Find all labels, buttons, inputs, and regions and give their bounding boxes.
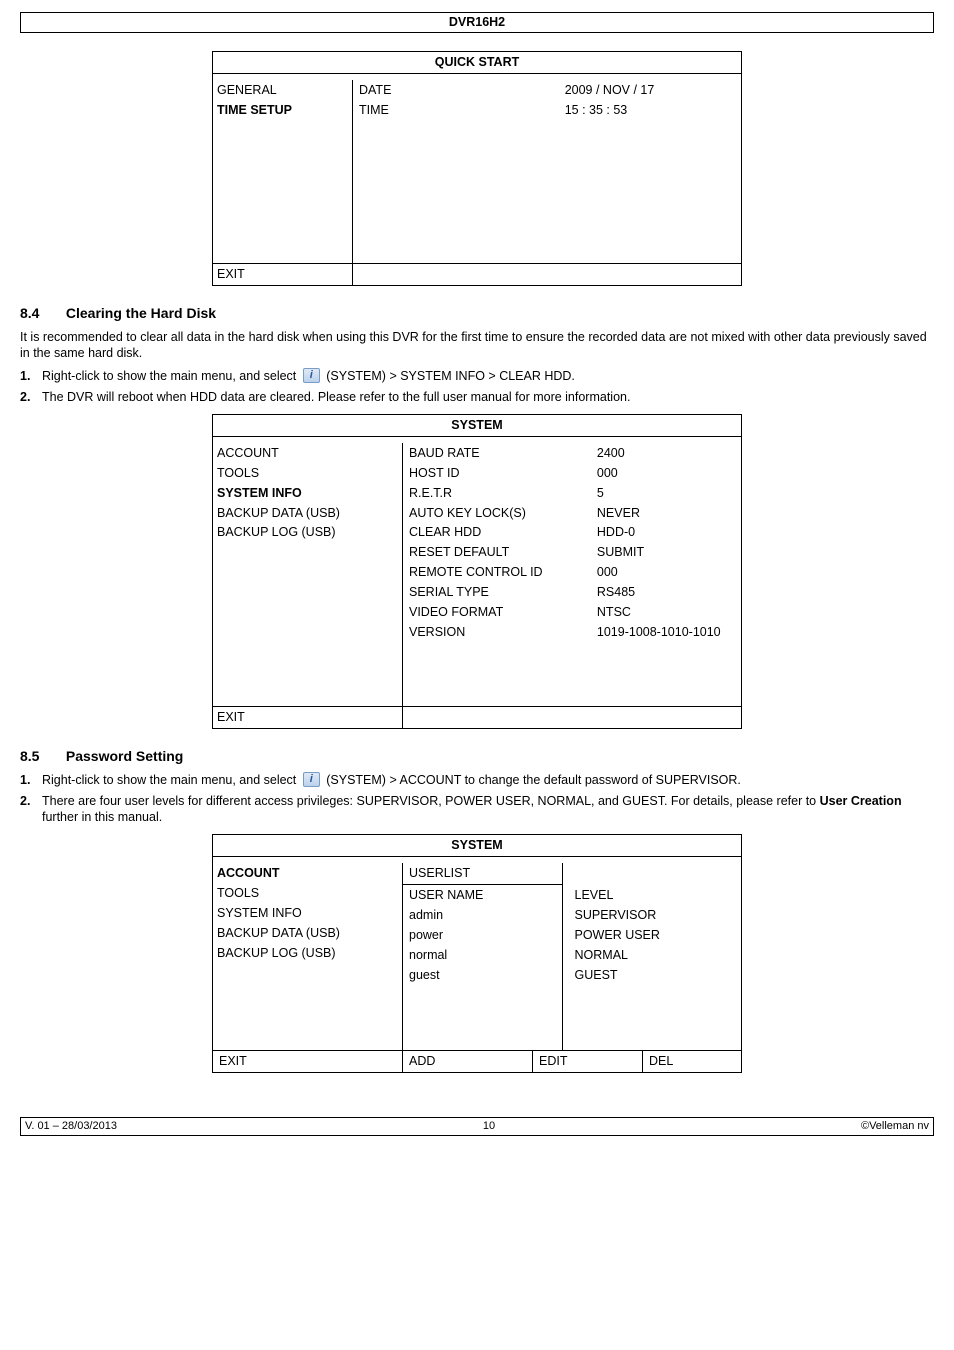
label-version: VERSION [409,624,597,641]
level-normal: NORMAL [575,947,734,964]
step-marker: 1. [20,772,42,789]
menu-item-backup-log[interactable]: BACKUP LOG (USB) [217,524,394,541]
step-text-bold: User Creation [820,794,902,808]
exit-button[interactable]: EXIT [213,264,353,285]
menu-item-backup-data[interactable]: BACKUP DATA (USB) [217,925,394,942]
paragraph: It is recommended to clear all data in t… [20,329,934,363]
header-userlist: USERLIST [403,863,562,885]
system-icon [303,772,320,787]
step-1: 1. Right-click to show the main menu, an… [20,772,934,789]
value-auto-key-lock[interactable]: NEVER [597,505,733,522]
user-row-guest[interactable]: guest [409,967,556,984]
menu-item-time-setup[interactable]: TIME SETUP [217,102,344,119]
step-text: Right-click to show the main menu, and s… [42,773,300,787]
panel-title: SYSTEM [212,834,742,857]
level-column: LEVEL SUPERVISOR POWER USER NORMAL GUEST [563,863,742,1050]
value-serial-type[interactable]: RS485 [597,584,733,601]
heading-number: 8.4 [20,304,62,323]
step-text: (SYSTEM) > ACCOUNT to change the default… [326,773,741,787]
footer-copyright: ©Velleman nv [861,1119,929,1134]
label-host-id: HOST ID [409,465,597,482]
panel-title: SYSTEM [212,414,742,437]
menu-item-system-info[interactable]: SYSTEM INFO [217,905,394,922]
doc-title: DVR16H2 [20,12,934,33]
value-retr[interactable]: 5 [597,485,733,502]
edit-button[interactable]: EDIT [533,1051,643,1072]
menu-item-account[interactable]: ACCOUNT [217,865,394,882]
footer-page-number: 10 [483,1119,495,1134]
step-text: further in this manual. [42,810,162,824]
step-2: 2. There are four user levels for differ… [20,793,934,827]
exit-blank [403,707,741,728]
add-button[interactable]: ADD [403,1051,533,1072]
value-host-id[interactable]: 000 [597,465,733,482]
heading-text: Clearing the Hard Disk [66,305,216,321]
label-clear-hdd: CLEAR HDD [409,524,597,541]
user-row-normal[interactable]: normal [409,947,556,964]
label-remote-control-id: REMOTE CONTROL ID [409,564,597,581]
panel-title: QUICK START [212,51,742,74]
label-video-format: VIDEO FORMAT [409,604,597,621]
label-time: TIME [359,102,565,119]
exit-button[interactable]: EXIT [213,1051,403,1072]
footer-version: V. 01 – 28/03/2013 [25,1119,117,1134]
menu-item-system-info[interactable]: SYSTEM INFO [217,485,394,502]
step-marker: 2. [20,389,42,406]
label-baud-rate: BAUD RATE [409,445,597,462]
menu-item-tools[interactable]: TOOLS [217,885,394,902]
value-video-format[interactable]: NTSC [597,604,733,621]
menu-item-general[interactable]: GENERAL [217,82,344,99]
level-power-user: POWER USER [575,927,734,944]
label-retr: R.E.T.R [409,485,597,502]
header-username: USER NAME [409,887,556,904]
step-1: 1. Right-click to show the main menu, an… [20,368,934,385]
system-icon [303,368,320,383]
step-text: Right-click to show the main menu, and s… [42,369,300,383]
label-reset-default: RESET DEFAULT [409,544,597,561]
value-clear-hdd[interactable]: HDD-0 [597,524,733,541]
field-column: DATE TIME 2009 / NOV / 17 15 : 35 : 53 [353,80,741,263]
userlist-column: USERLIST USER NAME admin power normal gu… [403,863,563,1050]
value-time[interactable]: 15 : 35 : 53 [565,102,733,119]
value-reset-default[interactable]: SUBMIT [597,544,733,561]
step-marker: 2. [20,793,42,827]
step-text: (SYSTEM) > SYSTEM INFO > CLEAR HDD. [326,369,575,383]
user-row-power[interactable]: power [409,927,556,944]
page-footer: V. 01 – 28/03/2013 10 ©Velleman nv [20,1117,934,1136]
menu-item-backup-log[interactable]: BACKUP LOG (USB) [217,945,394,962]
step-marker: 1. [20,368,42,385]
heading-text: Password Setting [66,748,183,764]
label-serial-type: SERIAL TYPE [409,584,597,601]
value-remote-control-id[interactable]: 000 [597,564,733,581]
menu-column: ACCOUNT TOOLS SYSTEM INFO BACKUP DATA (U… [213,863,403,1050]
heading-8-4: 8.4 Clearing the Hard Disk [20,304,934,323]
exit-blank [353,264,741,285]
heading-number: 8.5 [20,747,62,766]
content-column: BAUD RATE HOST ID R.E.T.R AUTO KEY LOCK(… [403,443,741,706]
step-text: There are four user levels for different… [42,794,820,808]
menu-item-account[interactable]: ACCOUNT [217,445,394,462]
del-button[interactable]: DEL [643,1051,741,1072]
label-date: DATE [359,82,565,99]
exit-button[interactable]: EXIT [213,707,403,728]
label-auto-key-lock: AUTO KEY LOCK(S) [409,505,597,522]
menu-item-backup-data[interactable]: BACKUP DATA (USB) [217,505,394,522]
level-supervisor: SUPERVISOR [575,907,734,924]
menu-column: ACCOUNT TOOLS SYSTEM INFO BACKUP DATA (U… [213,443,403,706]
step-2: 2. The DVR will reboot when HDD data are… [20,389,934,406]
value-date[interactable]: 2009 / NOV / 17 [565,82,733,99]
system-account-panel: SYSTEM ACCOUNT TOOLS SYSTEM INFO BACKUP … [212,834,742,1073]
menu-column: GENERAL TIME SETUP [213,80,353,263]
system-panel: SYSTEM ACCOUNT TOOLS SYSTEM INFO BACKUP … [212,414,742,729]
user-row-admin[interactable]: admin [409,907,556,924]
quick-start-panel: QUICK START GENERAL TIME SETUP DATE TIME… [212,51,742,286]
value-version: 1019-1008-1010-1010 [597,624,733,641]
value-baud-rate[interactable]: 2400 [597,445,733,462]
header-level: LEVEL [575,887,734,904]
level-guest: GUEST [575,967,734,984]
menu-item-tools[interactable]: TOOLS [217,465,394,482]
step-text: The DVR will reboot when HDD data are cl… [42,389,934,406]
heading-8-5: 8.5 Password Setting [20,747,934,766]
